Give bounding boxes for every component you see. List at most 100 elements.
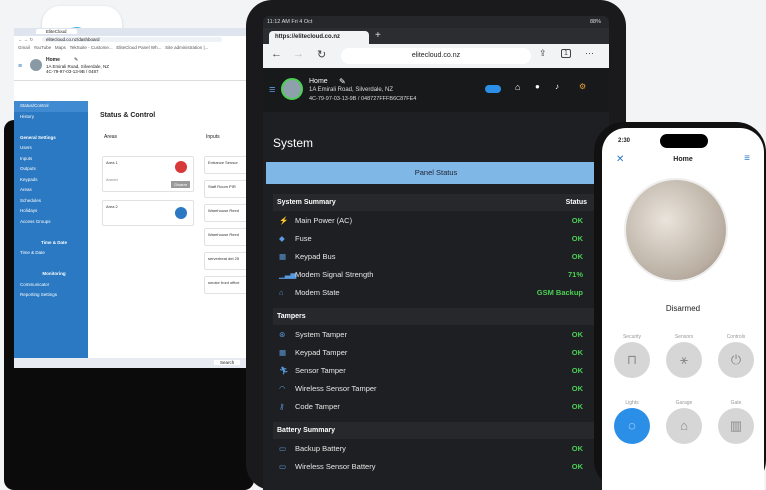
menu-icon[interactable]: ≡: [269, 84, 275, 96]
battery-icon: ▭: [279, 462, 287, 471]
bookmark[interactable]: Gmail: [18, 45, 30, 50]
bookmark[interactable]: Maps: [55, 45, 66, 50]
bookmark[interactable]: Site administration |...: [165, 45, 208, 50]
sidebar-item-areas[interactable]: Areas: [14, 185, 88, 196]
sidebar: Status/Control History General Settings …: [14, 101, 88, 368]
browser-tabbar: https://elitecloud.co.nz +: [263, 28, 609, 44]
sidebar-item-keypads[interactable]: Keypads: [14, 175, 88, 186]
more-icon[interactable]: ⋯: [585, 48, 594, 59]
share-icon[interactable]: ⇪: [539, 48, 547, 59]
garage-icon[interactable]: ⌂: [666, 408, 702, 444]
forward-arrow-icon[interactable]: →: [293, 48, 304, 60]
shield-icon: ◆: [279, 234, 285, 243]
home-icon[interactable]: ⌂: [515, 82, 520, 92]
bookmark[interactable]: EliteCloud Panel Wh...: [116, 45, 161, 50]
sidebar-item-communicator[interactable]: Communicator: [14, 280, 88, 291]
sidebar-item-reporting[interactable]: Reporting Settings: [14, 290, 88, 301]
avatar: [30, 59, 42, 71]
browser-tab[interactable]: EliteCloud: [36, 29, 77, 34]
browser-tab[interactable]: https://elitecloud.co.nz: [269, 31, 369, 44]
input-card[interactable]: Warehouse Reed: [204, 228, 250, 246]
power-icon[interactable]: ⏻: [718, 342, 754, 378]
input-card[interactable]: smoke front office: [204, 276, 250, 294]
page-title: Home: [673, 156, 693, 163]
gate-icon[interactable]: ▥: [718, 408, 754, 444]
address-bar[interactable]: elitecloud.co.nz: [341, 48, 531, 64]
panel-status-bar[interactable]: Panel Status: [266, 162, 606, 184]
lock-icon[interactable]: [175, 207, 187, 219]
area-card[interactable]: Area 2: [102, 200, 194, 226]
url-input[interactable]: elitecloud.co.nz/dashboard: [42, 37, 222, 42]
toggle-switch[interactable]: [485, 85, 501, 93]
sidebar-item-history[interactable]: History: [14, 112, 88, 123]
system-summary-header: System Summary Status: [273, 194, 599, 211]
user-icon[interactable]: ⚙: [579, 82, 586, 91]
sidebar-item-holidays[interactable]: Holidays: [14, 206, 88, 217]
row-label: System Tamper: [295, 330, 347, 339]
tamper-row: ⊛ System Tamper OK: [273, 326, 599, 344]
tampers-header: Tampers: [273, 308, 599, 325]
keypad-icon: ▦: [279, 348, 287, 357]
menu-icon[interactable]: ≡: [18, 63, 22, 70]
home-title: Home: [46, 57, 60, 63]
tamper-row: ▦ Keypad Tamper OK: [273, 344, 599, 362]
input-card[interactable]: serverbeat det 25: [204, 252, 250, 270]
laptop-screen: EliteCloud ← → ↻ elitecloud.co.nz/dashbo…: [14, 28, 250, 368]
disarm-button[interactable]: Disarm: [171, 181, 190, 188]
taskbar-search[interactable]: Search: [214, 360, 241, 365]
area-card[interactable]: Area 1 Armed Disarm: [102, 156, 194, 192]
row-value: OK: [571, 444, 583, 453]
tablet-screen: 11:12 AM Fri 4 Oct 88% https://eliteclou…: [263, 16, 609, 490]
summary-row: ◆ Fuse OK: [273, 230, 599, 248]
input-card[interactable]: Staff Room PIR: [204, 180, 250, 198]
sidebar-item-time-date[interactable]: Time & Date: [14, 248, 88, 259]
dynamic-island: [660, 134, 708, 148]
clock: 2:30: [618, 138, 631, 144]
app-header: ≡ Home ✎ 1A Emirali Road, Silverdale, NZ…: [263, 68, 609, 112]
taskbar: Search: [14, 358, 250, 368]
row-value: OK: [571, 216, 583, 225]
sidebar-heading-time: Time & Date: [41, 239, 67, 245]
row-value: OK: [571, 402, 583, 411]
battery-level: 88%: [589, 19, 601, 25]
back-arrow-icon[interactable]: ←: [271, 48, 282, 60]
nav-arrows-icon[interactable]: ← → ↻: [18, 37, 33, 43]
sidebar-item-schedules[interactable]: Schedules: [14, 196, 88, 207]
sensor-walking-icon[interactable]: ⚹: [666, 342, 702, 378]
row-label: Keypad Tamper: [295, 348, 348, 357]
inputs-label: Inputs: [206, 134, 220, 140]
input-card[interactable]: Warehouse Reed: [204, 204, 250, 222]
address: 1A Emirali Road, Silverdale, NZ: [309, 87, 394, 93]
bookmark[interactable]: YouTube: [33, 45, 51, 50]
sidebar-item-status[interactable]: Status/Control: [14, 101, 88, 112]
edit-icon[interactable]: ✎: [74, 57, 78, 63]
sidebar-item-inputs[interactable]: Inputs: [14, 154, 88, 165]
summary-row: ⚡ Main Power (AC) OK: [273, 212, 599, 230]
row-value: OK: [571, 384, 583, 393]
edit-icon[interactable]: ✎: [339, 77, 346, 86]
lightbulb-icon[interactable]: ◌: [614, 408, 650, 444]
security-lock-icon[interactable]: ⊓: [614, 342, 650, 378]
sidebar-item-access-groups[interactable]: Access Groups: [14, 217, 88, 228]
control-label: Gate: [730, 400, 742, 406]
input-card[interactable]: Entrance Sensor: [204, 156, 250, 174]
menu-icon[interactable]: ≡: [744, 153, 750, 164]
bookmark[interactable]: TekSuite - Custome...: [70, 45, 113, 50]
chat-icon[interactable]: ●: [535, 82, 540, 91]
tabs-icon[interactable]: 1: [561, 49, 571, 58]
lock-icon[interactable]: [175, 161, 187, 173]
new-tab-icon[interactable]: +: [375, 30, 381, 41]
row-value: OK: [571, 462, 583, 471]
row-label: Modem Signal Strength: [295, 270, 374, 279]
sidebar-item-outputs[interactable]: Outputs: [14, 164, 88, 175]
bell-icon[interactable]: ♪: [555, 82, 559, 91]
row-label: Wireless Sensor Battery: [295, 462, 376, 471]
summary-row: ⌂ Modem State GSM Backup: [273, 284, 599, 302]
row-value: OK: [571, 252, 583, 261]
sidebar-item-users[interactable]: Users: [14, 143, 88, 154]
status-bar: 11:12 AM Fri 4 Oct 88%: [263, 16, 609, 28]
reload-icon[interactable]: ↻: [317, 48, 326, 61]
avatar: [281, 78, 303, 100]
